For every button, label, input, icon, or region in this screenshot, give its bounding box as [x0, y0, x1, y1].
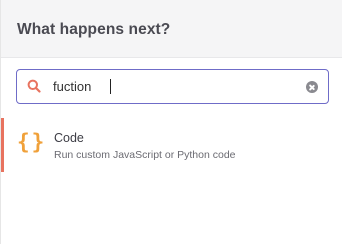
- panel-header: What happens next?: [1, 0, 342, 58]
- node-creator-panel: What happens next? {} Code Run custom Ja…: [0, 0, 342, 244]
- search-box[interactable]: [16, 69, 329, 104]
- selected-accent-bar: [1, 118, 4, 172]
- result-item-code[interactable]: {} Code Run custom JavaScript or Python …: [1, 118, 342, 172]
- result-title: Code: [54, 131, 84, 145]
- text-caret: [110, 79, 111, 94]
- search-icon: [27, 79, 41, 93]
- clear-icon[interactable]: [306, 81, 318, 93]
- search-input[interactable]: [53, 77, 293, 96]
- panel-title: What happens next?: [17, 21, 171, 38]
- result-description: Run custom JavaScript or Python code: [54, 149, 236, 161]
- code-braces-icon: {}: [17, 130, 47, 154]
